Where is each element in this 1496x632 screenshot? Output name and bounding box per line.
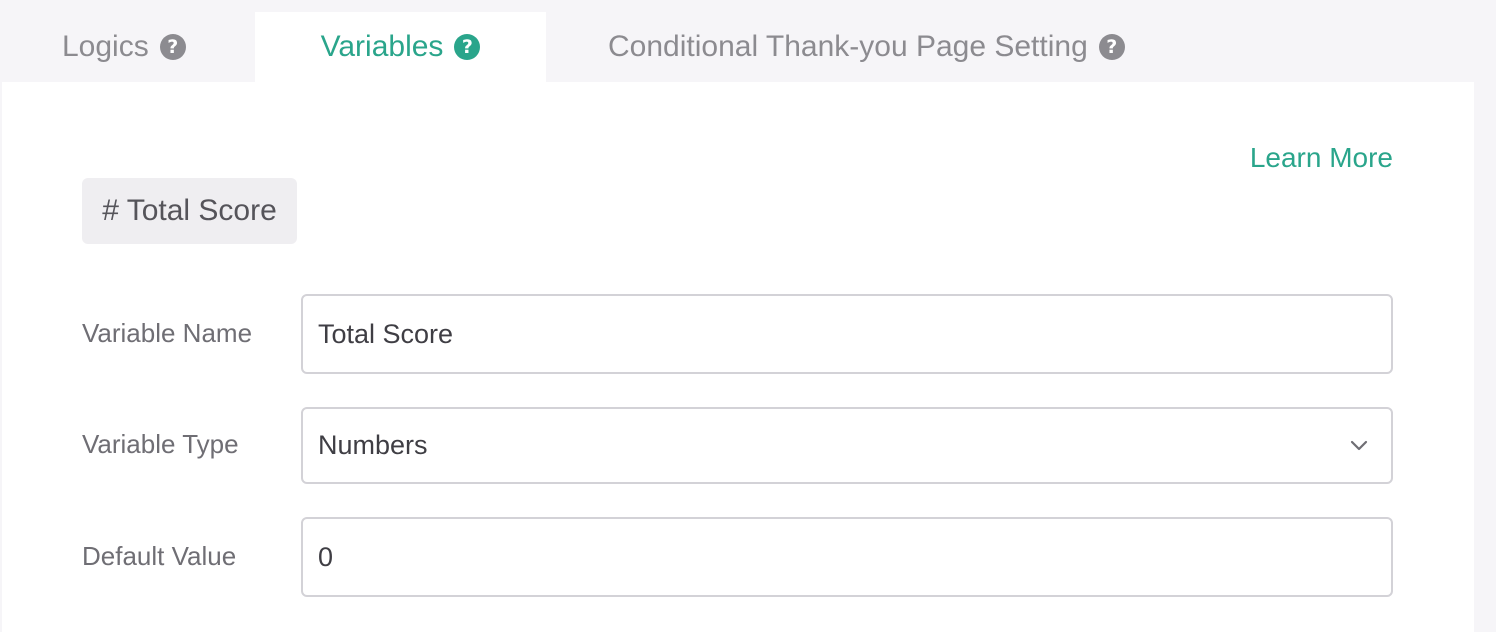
variable-type-select[interactable]: Numbers <box>301 407 1393 484</box>
tab-logics-label: Logics <box>62 30 149 63</box>
variable-type-row: Variable Type Numbers <box>82 407 1394 484</box>
chevron-down-icon <box>1350 440 1368 451</box>
variable-type-label: Variable Type <box>82 429 239 459</box>
tab-conditional-thankyou[interactable]: Conditional Thank-you Page Setting ? <box>608 12 1125 82</box>
question-circle-icon[interactable]: ? <box>159 34 186 60</box>
learn-more-link[interactable]: Learn More <box>1250 142 1393 174</box>
question-circle-icon[interactable]: ? <box>1098 34 1125 60</box>
default-value-row: Default Value <box>82 517 1394 597</box>
variable-type-value: Numbers <box>318 430 428 460</box>
variables-panel: Learn More # Total Score Variable Name V… <box>2 82 1474 632</box>
tab-bar: Logics ? Variables ? Conditional Thank-y… <box>0 0 1496 82</box>
variable-name-row: Variable Name <box>82 294 1394 374</box>
variable-chip[interactable]: # Total Score <box>82 178 297 244</box>
variable-name-input[interactable] <box>301 294 1393 374</box>
default-value-label: Default Value <box>82 541 237 571</box>
tab-logics[interactable]: Logics ? <box>62 12 186 82</box>
tab-conditional-thankyou-label: Conditional Thank-you Page Setting <box>608 30 1088 63</box>
tab-variables-label: Variables <box>320 30 444 63</box>
variable-name-label: Variable Name <box>82 318 253 348</box>
page: Logics ? Variables ? Conditional Thank-y… <box>0 0 1496 632</box>
question-circle-icon[interactable]: ? <box>454 34 481 60</box>
tab-variables[interactable]: Variables ? <box>255 12 546 82</box>
default-value-input[interactable] <box>301 517 1393 597</box>
